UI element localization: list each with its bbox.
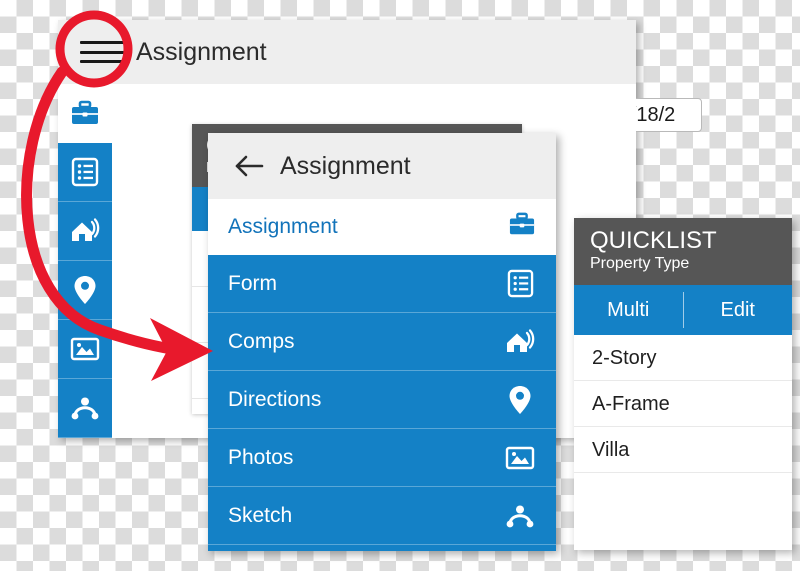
sidebar-item-form[interactable] — [58, 143, 112, 202]
quicklist-actions: Multi Edit — [574, 285, 792, 335]
back-window-title: Assignment — [136, 38, 267, 66]
quicklist-subtitle: Property Type — [590, 255, 690, 272]
arrow-left-icon[interactable] — [234, 152, 264, 180]
quicklist-multi-button[interactable]: Multi — [574, 299, 683, 322]
home-signal-icon — [72, 218, 100, 241]
quicklist-edit-button[interactable]: Edit — [684, 299, 793, 322]
menu-item-assignment[interactable]: Assignment — [208, 199, 556, 255]
photo-icon — [70, 337, 100, 361]
screenshot-root: Assignment 11/18/2 Assignment Assignment… — [0, 0, 800, 571]
hamburger-bar — [80, 60, 124, 63]
menu-item-photos[interactable]: Photos — [208, 429, 556, 487]
back-window-sidebar — [58, 84, 112, 438]
menu-item-directions[interactable]: Directions — [208, 371, 556, 429]
map-pin-icon — [504, 384, 536, 416]
sketch-icon — [71, 397, 99, 420]
menu-window-topbar: Assignment — [208, 133, 556, 199]
sidebar-item-photos[interactable] — [58, 320, 112, 379]
sidebar-item-sketch[interactable] — [58, 379, 112, 438]
quicklist-title: QUICKLIST — [590, 227, 717, 254]
hamburger-bar — [80, 50, 124, 54]
hamburger-bar — [80, 41, 124, 44]
briefcase-icon — [72, 100, 98, 124]
menu-item-label: Sketch — [228, 503, 293, 527]
hamburger-button[interactable] — [80, 38, 124, 66]
quicklist-row[interactable]: Villa — [574, 427, 792, 473]
quicklist-header: QUICKLIST Property Type — [574, 218, 792, 285]
form-list-icon — [504, 268, 536, 300]
map-pin-icon — [74, 276, 96, 304]
briefcase-icon — [508, 212, 536, 243]
menu-item-comps[interactable]: Comps — [208, 313, 556, 371]
menu-item-label: Assignment — [228, 215, 338, 238]
quicklist-row[interactable]: A-Frame — [574, 381, 792, 427]
form-list-icon — [71, 157, 99, 187]
menu-item-label: Comps — [228, 329, 295, 353]
menu-item-label: Photos — [228, 445, 294, 469]
sidebar-item-directions[interactable] — [58, 261, 112, 320]
menu-item-label: Form — [228, 271, 277, 295]
quicklist-window: QUICKLIST Property Type Multi Edit 2-Sto… — [574, 218, 792, 550]
back-window-topbar: Assignment — [58, 20, 636, 84]
menu-item-label: Directions — [228, 387, 322, 411]
menu-window-title: Assignment — [280, 152, 411, 180]
sketch-icon — [504, 500, 536, 532]
menu-window: Assignment Assignment Form Comps Directi… — [208, 133, 556, 551]
quicklist-row[interactable]: 2-Story — [574, 335, 792, 381]
menu-item-list: Form Comps Directions Photos Sketch — [208, 255, 556, 545]
sidebar-item-briefcase[interactable] — [58, 84, 112, 143]
home-signal-icon — [504, 326, 536, 358]
photo-icon — [504, 442, 536, 474]
menu-item-form[interactable]: Form — [208, 255, 556, 313]
sidebar-item-comps[interactable] — [58, 202, 112, 261]
menu-item-sketch[interactable]: Sketch — [208, 487, 556, 545]
